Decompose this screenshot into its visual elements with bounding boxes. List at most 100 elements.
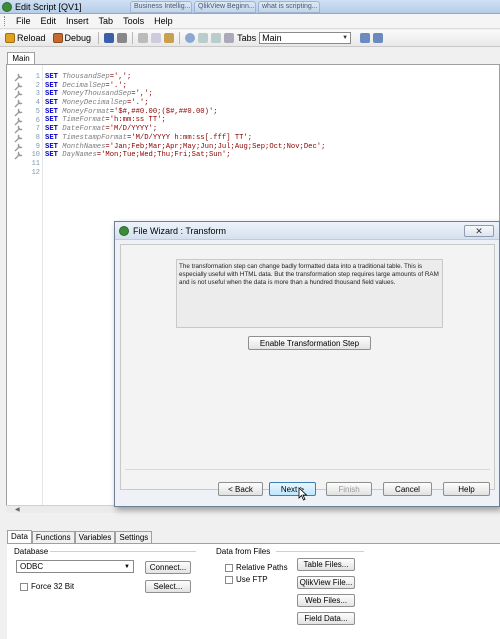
code-value: ='.'; (126, 99, 149, 108)
reload-button[interactable]: Reload (3, 31, 48, 45)
dialog-title-bar[interactable]: File Wizard : Transform ✕ (115, 222, 499, 240)
code-line[interactable]: SET TimeFormat='h:mm:ss TT'; (45, 116, 325, 125)
line-number: 4 (35, 99, 40, 108)
code-value: ='M/D/YYYY'; (105, 125, 158, 134)
line-gutter: 1 2 3 4 5 6 7 8 9 10 11 12 (7, 65, 43, 511)
tab-icon[interactable] (224, 33, 235, 43)
table-files-button[interactable]: Table Files... (297, 558, 355, 571)
debug-icon (52, 33, 63, 43)
tab-data[interactable]: Data (7, 530, 32, 543)
code-value: ='Jan;Feb;Mar;Apr;May;Jun;Jul;Aug;Sep;Oc… (105, 142, 326, 151)
menu-file[interactable]: File (11, 16, 36, 26)
code-value: ='$#,##0.00;($#,##0.00)'; (109, 107, 218, 116)
enable-transformation-button[interactable]: Enable Transformation Step (248, 336, 371, 350)
checkbox-box[interactable] (225, 563, 233, 572)
code-line[interactable]: SET MonthNames='Jan;Feb;Mar;Apr;May;Jun;… (45, 143, 325, 152)
menu-tools[interactable]: Tools (118, 16, 149, 26)
script-code[interactable]: SET ThousandSep=','; SET DecimalSep='.'; S… (45, 73, 325, 177)
menu-edit[interactable]: Edit (36, 16, 62, 26)
database-dropdown[interactable]: ODBC ▼ (16, 560, 134, 573)
tab-remove-icon[interactable] (373, 33, 384, 43)
code-line[interactable]: SET DayNames='Mon;Tue;Wed;Thu;Fri;Sat;Su… (45, 151, 325, 160)
code-line[interactable]: SET DecimalSep='.'; (45, 82, 325, 91)
cut-icon[interactable] (138, 33, 149, 43)
code-keyword: SET (45, 99, 58, 108)
wrench-icon[interactable] (13, 150, 25, 160)
tab-variables[interactable]: Variables (74, 531, 116, 543)
dialog-divider (125, 469, 490, 470)
line-number: 6 (35, 116, 40, 125)
redo-icon[interactable] (211, 33, 222, 43)
debug-button[interactable]: Debug (51, 31, 94, 45)
chevron-down-icon: ▼ (342, 35, 349, 41)
connect-button[interactable]: Connect... (145, 561, 191, 574)
data-panel (7, 543, 500, 639)
save-icon[interactable] (104, 33, 115, 43)
dialog-title: File Wizard : Transform (133, 225, 227, 236)
help-button[interactable]: Help (443, 482, 490, 496)
menu-grip (4, 16, 7, 26)
next-button[interactable]: Next > (269, 482, 316, 496)
menu-insert[interactable]: Insert (61, 16, 94, 26)
code-line[interactable]: SET TimestampFormat='M/D/YYYY h:mm:ss[.f… (45, 134, 325, 143)
force-32-bit-checkbox[interactable]: Force 32 Bit (20, 582, 74, 591)
paste-icon[interactable] (164, 33, 175, 43)
code-line[interactable]: SET ThousandSep=','; (45, 73, 325, 82)
use-ftp-checkbox[interactable]: Use FTP (225, 575, 268, 584)
code-line[interactable]: SET DateFormat='M/D/YYYY'; (45, 125, 325, 134)
script-tab-strip: Main (0, 48, 500, 65)
code-line[interactable]: SET MoneyFormat='$#,##0.00;($#,##0.00)'; (45, 108, 325, 117)
print-icon[interactable] (117, 33, 128, 43)
code-line[interactable]: SET MoneyDecimalSep='.'; (45, 99, 325, 108)
code-keyword: SET (45, 107, 58, 116)
code-variable: DayNames (62, 151, 97, 160)
cancel-button[interactable]: Cancel (383, 482, 432, 496)
code-line[interactable]: SET MoneyThousandSep=','; (45, 90, 325, 99)
tabs-dropdown[interactable]: Main ▼ (259, 32, 352, 44)
code-variable: MoneyDecimalSep (62, 99, 127, 108)
tab-settings[interactable]: Settings (115, 531, 153, 543)
menu-help[interactable]: Help (149, 16, 178, 26)
back-button[interactable]: < Back (218, 482, 263, 496)
scroll-left-icon[interactable]: ◀ (15, 506, 20, 513)
code-value: =','; (131, 90, 153, 99)
code-keyword: SET (45, 116, 58, 125)
line-number: 11 (31, 160, 40, 168)
tab-functions[interactable]: Functions (31, 531, 75, 543)
menu-tab[interactable]: Tab (94, 16, 119, 26)
checkbox-box[interactable] (20, 582, 28, 591)
undo-icon[interactable] (198, 33, 209, 43)
code-variable: MonthNames (62, 142, 106, 151)
code-line[interactable] (45, 169, 325, 178)
code-variable: TimeFormat (62, 116, 106, 125)
qlikview-file-button[interactable]: QlikView File... (297, 576, 355, 589)
mouse-cursor-icon (298, 487, 308, 501)
checkbox-box[interactable] (225, 575, 233, 584)
menu-bar: File Edit Insert Tab Tools Help (0, 14, 500, 29)
background-tab[interactable]: what is scripting... (258, 1, 320, 13)
field-data-button[interactable]: Field Data... (297, 612, 355, 625)
select-button[interactable]: Select... (145, 580, 191, 593)
tab-add-icon[interactable] (360, 33, 371, 43)
background-tab[interactable]: QlikView Beginn... (194, 1, 256, 13)
toolbar: Reload Debug Tabs Main ▼ (0, 30, 500, 47)
code-variable: ThousandSep (62, 73, 110, 81)
background-tab[interactable]: Business Intellig... (130, 1, 192, 13)
web-files-button[interactable]: Web Files... (297, 594, 355, 607)
relative-paths-checkbox[interactable]: Relative Paths (225, 563, 288, 572)
code-variable: TimestampFormat (62, 133, 127, 142)
dialog-body: The transformation step can change badly… (120, 244, 495, 490)
code-line[interactable] (45, 160, 325, 169)
code-keyword: SET (45, 73, 58, 81)
code-value: ='Mon;Tue;Wed;Thu;Fri;Sat;Sun'; (96, 151, 231, 160)
database-dropdown-value: ODBC (20, 562, 44, 571)
code-variable: MoneyFormat (62, 107, 110, 116)
copy-icon[interactable] (151, 33, 162, 43)
code-keyword: SET (45, 90, 58, 99)
qlikview-app-icon (2, 1, 12, 12)
line-number: 3 (35, 90, 40, 99)
finish-button[interactable]: Finish (326, 482, 372, 496)
search-icon[interactable] (185, 33, 196, 43)
close-icon[interactable]: ✕ (464, 225, 494, 237)
force-32-bit-label: Force 32 Bit (31, 582, 75, 591)
